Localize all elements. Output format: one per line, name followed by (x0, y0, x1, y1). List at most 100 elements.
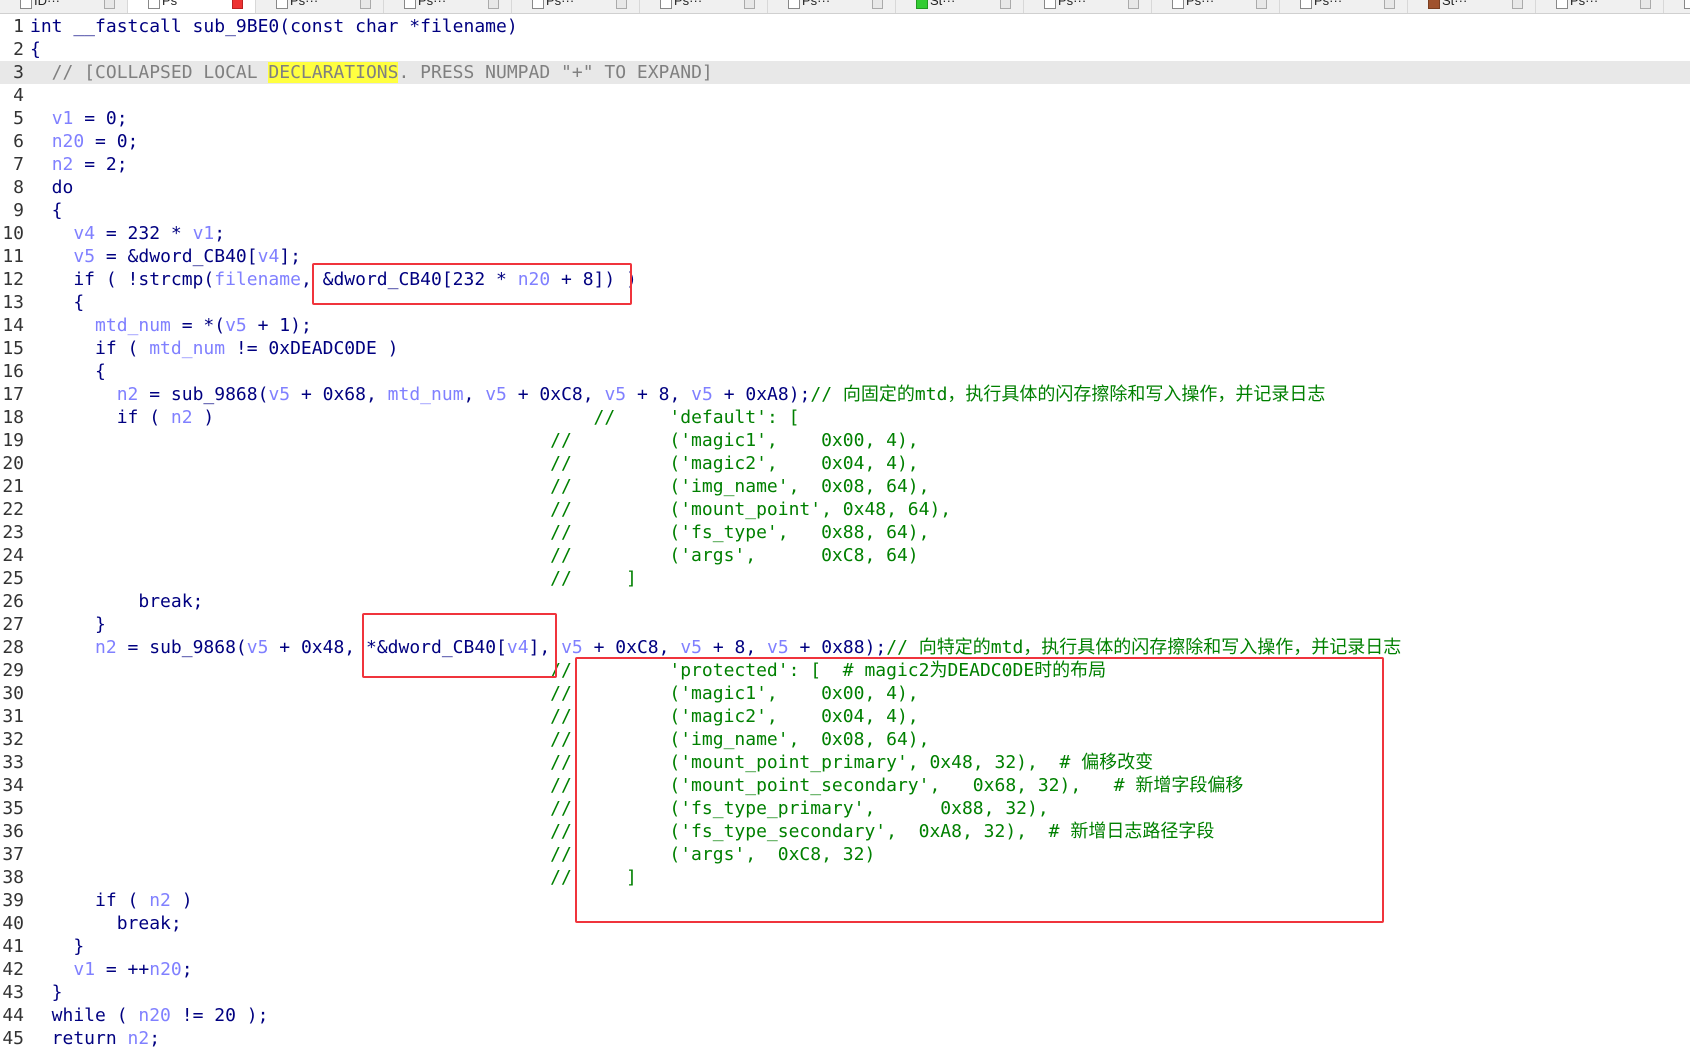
code-line[interactable]: 34 // ('mount_point_secondary', 0x68, 32… (0, 774, 1690, 797)
tab-3[interactable]: Ps··· (384, 0, 512, 13)
code-line[interactable]: 20 // ('magic2', 0x04, 4), (0, 452, 1690, 475)
close-icon[interactable] (104, 0, 115, 9)
close-icon[interactable] (616, 0, 627, 9)
code-line[interactable]: 14 mtd_num = *(v5 + 1); (0, 314, 1690, 337)
tab-11[interactable]: St··· (1408, 0, 1536, 13)
tab-13[interactable] (1664, 0, 1690, 13)
close-icon[interactable] (488, 0, 499, 9)
close-icon[interactable] (1640, 0, 1651, 9)
code-line[interactable]: 10 v4 = 232 * v1; (0, 222, 1690, 245)
code-line[interactable]: 44 while ( n20 != 20 ); (0, 1004, 1690, 1027)
code-line[interactable]: 37 // ('args', 0xC8, 32) (0, 843, 1690, 866)
code-line[interactable]: 9 { (0, 199, 1690, 222)
code-text: n2 = sub_9868(v5 + 0x68, mtd_num, v5 + 0… (30, 383, 1326, 406)
line-number: 8 (13, 177, 24, 198)
code-line[interactable]: 11 v5 = &dword_CB40[v4]; (0, 245, 1690, 268)
close-icon[interactable] (1000, 0, 1011, 9)
code-line[interactable]: 25 // ] (0, 567, 1690, 590)
tab-5[interactable]: Ps··· (640, 0, 768, 13)
code-text: // ('mount_point_secondary', 0x68, 32), … (30, 774, 1243, 797)
code-line[interactable]: 45 return n2; (0, 1027, 1690, 1050)
code-line[interactable]: 27 } (0, 613, 1690, 636)
code-line[interactable]: 40 break; (0, 912, 1690, 935)
line-number: 20 (2, 453, 24, 474)
close-icon[interactable] (1384, 0, 1395, 9)
code-token: != 20 ); (170, 1005, 269, 1026)
pseudocode-view[interactable]: 1 int __fastcall sub_9BE0(const char *fil… (0, 15, 1690, 1050)
code-line[interactable]: 21 // ('img_name', 0x08, 64), (0, 475, 1690, 498)
line-number: 18 (2, 407, 24, 428)
code-line[interactable]: 7 n2 = 2; (0, 153, 1690, 176)
code-line[interactable]: 42 v1 = ++n20; (0, 958, 1690, 981)
code-line[interactable]: 1 int __fastcall sub_9BE0(const char *fil… (0, 15, 1690, 38)
code-line[interactable]: 33 // ('mount_point_primary', 0x48, 32),… (0, 751, 1690, 774)
code-line[interactable]: 6 n20 = 0; (0, 130, 1690, 153)
code-line[interactable]: 32 // ('img_name', 0x08, 64), (0, 728, 1690, 751)
code-line[interactable]: 8 do (0, 176, 1690, 199)
code-line[interactable]: 41 } (0, 935, 1690, 958)
close-icon[interactable] (1256, 0, 1267, 9)
code-line[interactable]: 15 if ( mtd_num != 0xDEADC0DE ) (0, 337, 1690, 360)
tab-8[interactable]: Ps··· (1024, 0, 1152, 13)
code-line[interactable]: 18 if ( n2 ) // 'default': [ (0, 406, 1690, 429)
code-line[interactable]: 13 { (0, 291, 1690, 314)
code-line[interactable]: 5 v1 = 0; (0, 107, 1690, 130)
tab-9[interactable]: Ps··· (1152, 0, 1280, 13)
tab-10[interactable]: Ps··· (1280, 0, 1408, 13)
code-text: v5 = &dword_CB40[v4]; (30, 245, 301, 268)
code-line[interactable]: 39 if ( n2 ) (0, 889, 1690, 912)
code-line[interactable]: 35 // ('fs_type_primary', 0x88, 32), (0, 797, 1690, 820)
variable-token: v5 (604, 384, 627, 405)
tab-7[interactable]: St··· (896, 0, 1024, 13)
code-token: + 0xC8, (506, 384, 605, 405)
code-line[interactable]: 4 (0, 84, 1690, 107)
variable-token: n20 (517, 269, 551, 290)
close-icon[interactable] (1512, 0, 1523, 9)
line-number: 2 (13, 39, 24, 60)
close-icon[interactable] (1128, 0, 1139, 9)
code-token: ) (170, 890, 193, 911)
code-line[interactable]: 24 // ('args', 0xC8, 64) (0, 544, 1690, 567)
close-icon[interactable] (872, 0, 883, 9)
code-line[interactable]: 43 } (0, 981, 1690, 1004)
code-line[interactable]: 29 // 'protected': [ # magic2为DEADC0DE时的… (0, 659, 1690, 682)
tab-6[interactable]: Ps··· (768, 0, 896, 13)
code-line[interactable]: 23 // ('fs_type', 0x88, 64), (0, 521, 1690, 544)
line-number: 24 (2, 545, 24, 566)
line-number: 44 (2, 1005, 24, 1026)
code-line[interactable]: 38 // ] (0, 866, 1690, 889)
tab-4[interactable]: Ps··· (512, 0, 640, 13)
tab-1[interactable]: Ps (128, 0, 256, 13)
code-line[interactable]: 16 { (0, 360, 1690, 383)
tab-label: Ps··· (290, 0, 319, 8)
code-line[interactable]: 3 // [COLLAPSED LOCAL DECLARATIONS. PRES… (0, 61, 1690, 84)
code-line[interactable]: 28 n2 = sub_9868(v5 + 0x48, *&dword_CB40… (0, 636, 1690, 659)
code-line[interactable]: 12 if ( !strcmp(filename, &dword_CB40[23… (0, 268, 1690, 291)
code-text: // ('img_name', 0x08, 64), (30, 475, 929, 498)
code-token: ) (192, 407, 594, 428)
tab-0[interactable]: ID··· (0, 0, 128, 13)
tab-12[interactable]: Ps··· (1536, 0, 1664, 13)
close-icon[interactable] (744, 0, 755, 9)
close-icon[interactable] (232, 0, 243, 9)
comment-token: // ('magic2', 0x04, 4), (550, 706, 919, 727)
code-line[interactable]: 17 n2 = sub_9868(v5 + 0x68, mtd_num, v5 … (0, 383, 1690, 406)
line-number: 45 (2, 1028, 24, 1049)
code-line[interactable]: 22 // ('mount_point', 0x48, 64), (0, 498, 1690, 521)
code-token: } (30, 936, 85, 957)
close-icon[interactable] (360, 0, 371, 9)
line-number: 1 (13, 16, 24, 37)
code-line[interactable]: 30 // ('magic1', 0x00, 4), (0, 682, 1690, 705)
tab-label: Ps··· (674, 0, 703, 8)
code-line[interactable]: 2{ (0, 38, 1690, 61)
code-line[interactable]: 26 break; (0, 590, 1690, 613)
code-line[interactable]: 19 // ('magic1', 0x00, 4), (0, 429, 1690, 452)
code-token: + 0xC8, (582, 637, 681, 658)
bird-icon (1428, 0, 1440, 9)
code-token: { (30, 39, 41, 60)
code-line[interactable]: 36 // ('fs_type_secondary', 0xA8, 32), #… (0, 820, 1690, 843)
code-line[interactable]: 31 // ('magic2', 0x04, 4), (0, 705, 1690, 728)
tab-2[interactable]: Ps··· (256, 0, 384, 13)
